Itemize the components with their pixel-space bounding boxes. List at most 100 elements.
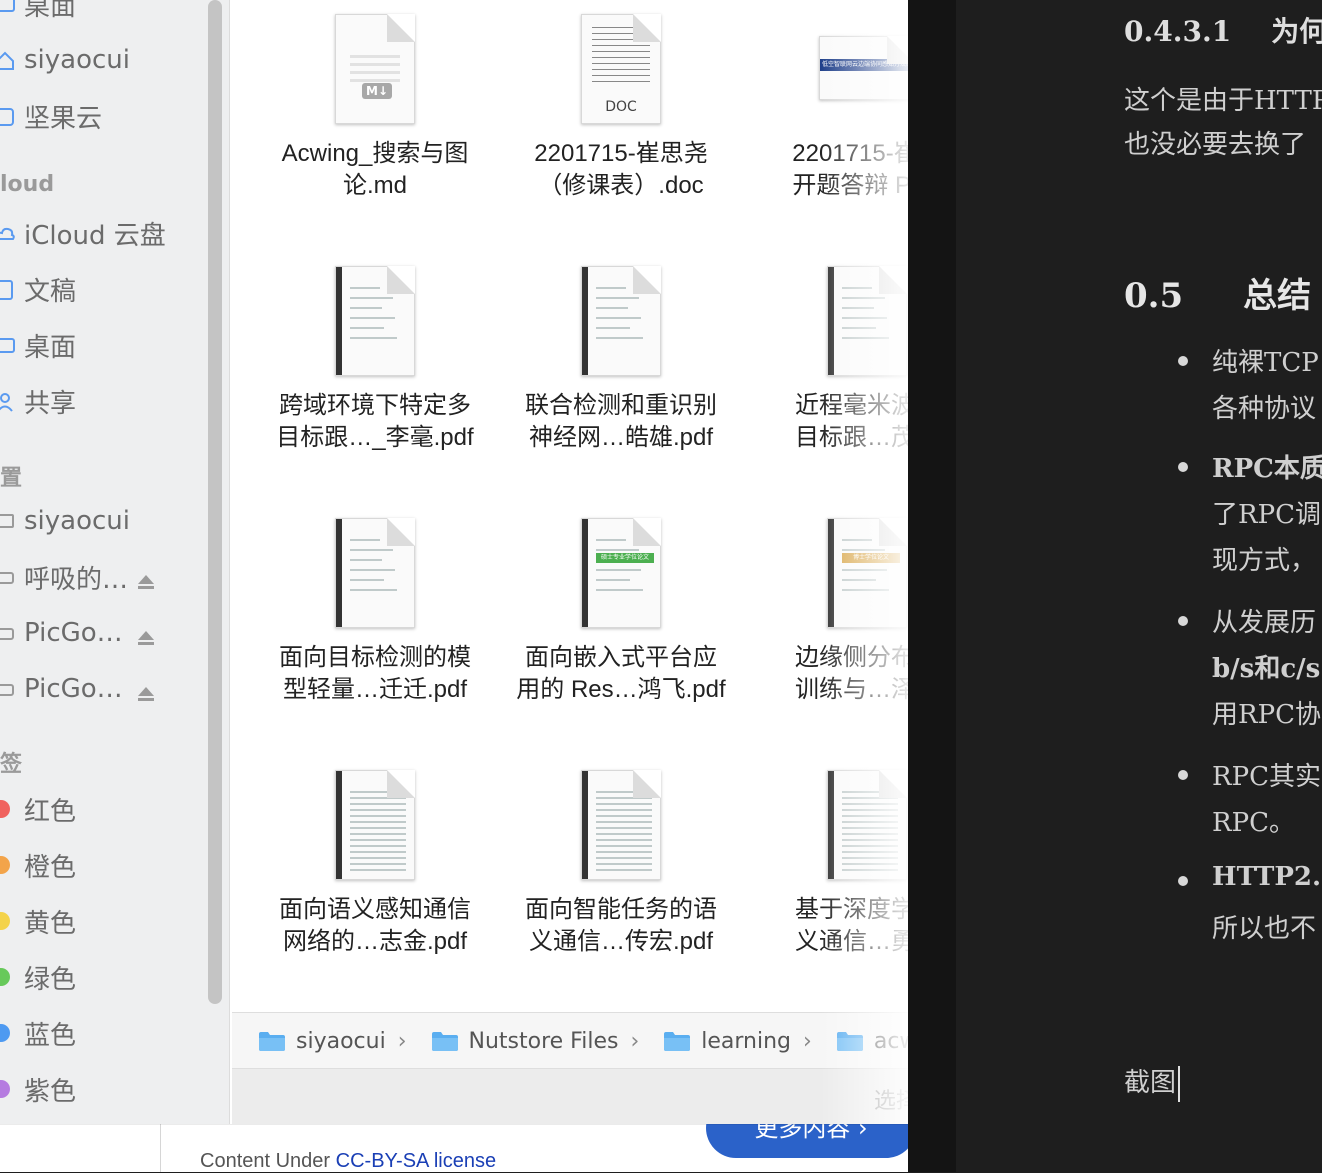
breadcrumb-item[interactable]: Nutstore Files › xyxy=(431,1028,640,1054)
breadcrumb-item[interactable]: acwing› xyxy=(836,1029,908,1054)
license-link[interactable]: CC-BY-SA license xyxy=(336,1150,496,1172)
sidebar-item-1[interactable]: siyaocui xyxy=(0,40,220,80)
file-item[interactable]: M↓ Acwing_搜索与图 论.md xyxy=(252,12,498,252)
file-name: 基于深度学习 义通信…勇峰 xyxy=(795,896,908,955)
bullet xyxy=(1178,356,1188,366)
heading-text: 为何 xyxy=(1271,15,1322,48)
sidebar-item-label: PicGo… xyxy=(24,618,123,648)
sidebar-location-item-0[interactable]: siyaocui xyxy=(0,501,220,541)
paragraph-line: 也没必要去换了 xyxy=(1124,130,1307,160)
breadcrumb-item[interactable]: learning › xyxy=(663,1029,812,1054)
file-name: 面向语义感知通信 网络的…志金.pdf xyxy=(279,896,471,955)
file-item[interactable]: 基于深度学习 义通信…勇峰 xyxy=(744,768,908,1008)
doc-icon xyxy=(0,278,13,300)
sidebar-tag-3[interactable]: 绿色 xyxy=(0,957,220,997)
eject-icon[interactable] xyxy=(136,568,156,589)
file-name: 面向目标检测的模 型轻量…迁迁.pdf xyxy=(279,644,471,703)
file-name: 跨域环境下特定多 目标跟…_李毫.pdf xyxy=(276,392,474,451)
bullet-line: HTTP2. xyxy=(1212,862,1322,892)
sidebar-icloud-item-1[interactable]: 文稿 xyxy=(0,269,220,309)
file-item[interactable]: 面向语义感知通信 网络的…志金.pdf xyxy=(252,768,498,1008)
heading-0-5: 0.5 总结 xyxy=(1124,268,1311,317)
sidebar-tag-2[interactable]: 黄色 xyxy=(0,901,220,941)
disk-icon xyxy=(0,678,14,700)
breadcrumb-item[interactable]: siyaocui › xyxy=(258,1029,407,1054)
sidebar-item-2[interactable]: 坚果云 xyxy=(0,96,220,136)
pdf-file-icon xyxy=(827,266,907,376)
bullet xyxy=(1178,876,1188,886)
sidebar-icloud-item-3[interactable]: 共享 xyxy=(0,381,220,421)
sidebar-location-item-3[interactable]: PicGo… xyxy=(0,669,220,709)
heading-text: 总结 xyxy=(1243,276,1312,316)
editor-content[interactable]: 0.4.3.1 为何 这个是由于HTTP 也没必要去换了 0.5 总结 纯裸TCP … xyxy=(956,0,1322,1172)
disk-icon xyxy=(0,622,14,644)
sidebar-tag-5[interactable]: 紫色 xyxy=(0,1069,220,1109)
eject-icon[interactable] xyxy=(136,680,156,701)
file-item[interactable]: DOC 2201715-崔思尧 （修课表）.doc xyxy=(498,12,744,252)
sidebar-location-item-1[interactable]: 呼吸的… xyxy=(0,557,220,597)
heading-number: 0.4.3.1 xyxy=(1124,15,1232,48)
bullet-line: RPC。 xyxy=(1212,808,1295,838)
file-item[interactable]: 面向目标检测的模 型轻量…迁迁.pdf xyxy=(252,516,498,756)
sidebar-icloud-item-2[interactable]: 桌面 xyxy=(0,325,220,365)
file-item[interactable]: 跨域环境下特定多 目标跟…_李毫.pdf xyxy=(252,264,498,504)
folder-icon xyxy=(836,1030,864,1052)
file-name: 2201715-崔思尧 （修课表）.doc xyxy=(534,140,708,199)
breadcrumb-label: acwing xyxy=(873,1028,908,1054)
sidebar-item-label: iCloud 云盘 xyxy=(24,220,166,251)
sidebar-tag-0[interactable]: 红色 xyxy=(0,789,220,829)
eject-icon[interactable] xyxy=(136,624,156,645)
bullet-line: 所以也不 xyxy=(1212,914,1317,944)
sidebar-section-icloud: loud xyxy=(0,172,55,197)
file-item[interactable]: 博士学位论文边缘侧分布式 训练与…泽宇 xyxy=(744,516,908,756)
bullet-line: b/s和c/s xyxy=(1212,654,1321,684)
file-item[interactable]: 硕士专业学位论文 面向嵌入式平台应 用的 Res…鸿飞.pdf xyxy=(498,516,744,756)
sidebar-item-0[interactable]: 桌面 xyxy=(0,0,220,24)
pdf-file-icon xyxy=(335,518,415,628)
tag-dot-icon xyxy=(0,912,10,930)
chevron-right-icon: › xyxy=(397,1028,407,1054)
file-badge: 硕士专业学位论文 xyxy=(596,553,654,563)
breadcrumb-label: Nutstore Files xyxy=(468,1028,619,1054)
sidebar-scrollbar[interactable] xyxy=(208,0,222,1004)
file-item[interactable]: 近程毫米波雷 目标跟…茂富 xyxy=(744,264,908,504)
file-badge: 低空智联网云边端协同感知方法研 xyxy=(820,59,908,71)
folder-icon xyxy=(431,1030,459,1052)
sidebar-tag-4[interactable]: 蓝色 xyxy=(0,1013,220,1053)
bullet xyxy=(1178,616,1188,626)
file-name: Acwing_搜索与图 论.md xyxy=(281,140,469,199)
sidebar-section-locations: 置 xyxy=(0,466,23,491)
sidebar-item-label: 共享 xyxy=(24,388,77,419)
doc-file-icon: DOC xyxy=(581,14,661,124)
file-name: 联合检测和重识别 神经网…皓雄.pdf xyxy=(525,392,717,451)
bullet-line: 从发展历 xyxy=(1212,608,1317,638)
file-item[interactable]: 面向智能任务的语 义通信…传宏.pdf xyxy=(498,768,744,1008)
typing-line[interactable]: 截图 xyxy=(1124,1062,1181,1102)
tag-dot-icon xyxy=(0,968,10,986)
bullet-line: 纯裸TCP xyxy=(1212,348,1319,378)
chevron-right-icon: › xyxy=(630,1028,640,1054)
tag-dot-icon xyxy=(0,1024,10,1042)
breadcrumb-label: learning xyxy=(701,1028,792,1054)
nut-icon xyxy=(0,105,14,127)
sidebar-tag-1[interactable]: 橙色 xyxy=(0,845,220,885)
bullet-line: 了RPC调 xyxy=(1212,500,1321,530)
folder-icon xyxy=(663,1030,691,1052)
file-item[interactable]: 低空智联网云边端协同感知方法研 2201715-崔！ 开题答辩 PPT xyxy=(744,12,908,252)
typed-text: 截图 xyxy=(1124,1068,1177,1098)
file-badge: M↓ xyxy=(362,83,392,99)
sidebar-item-label: PicGo… xyxy=(24,674,123,704)
file-item[interactable]: 联合检测和重识别 神经网…皓雄.pdf xyxy=(498,264,744,504)
mac-icon xyxy=(0,510,14,532)
sidebar-item-label: 呼吸的… xyxy=(24,564,129,595)
pdf-file-icon: 博士学位论文 xyxy=(827,518,907,628)
sidebar-item-label: 桌面 xyxy=(24,0,77,22)
sidebar-location-item-2[interactable]: PicGo… xyxy=(0,613,220,653)
sidebar-icloud-item-0[interactable]: iCloud 云盘 xyxy=(0,213,220,253)
path-bar: siyaocui › Nutstore Files › learning › acwing› xyxy=(232,1012,908,1069)
bullet-line: 用RPC协 xyxy=(1212,700,1321,730)
file-grid: M↓ Acwing_搜索与图 论.md DOC 2201715-崔思尧 （修课表）.d… xyxy=(232,0,908,1012)
tag-label: 红色 xyxy=(24,796,77,827)
license-text: Content Under CC-BY-SA license xyxy=(200,1150,496,1173)
share-icon xyxy=(0,390,13,412)
